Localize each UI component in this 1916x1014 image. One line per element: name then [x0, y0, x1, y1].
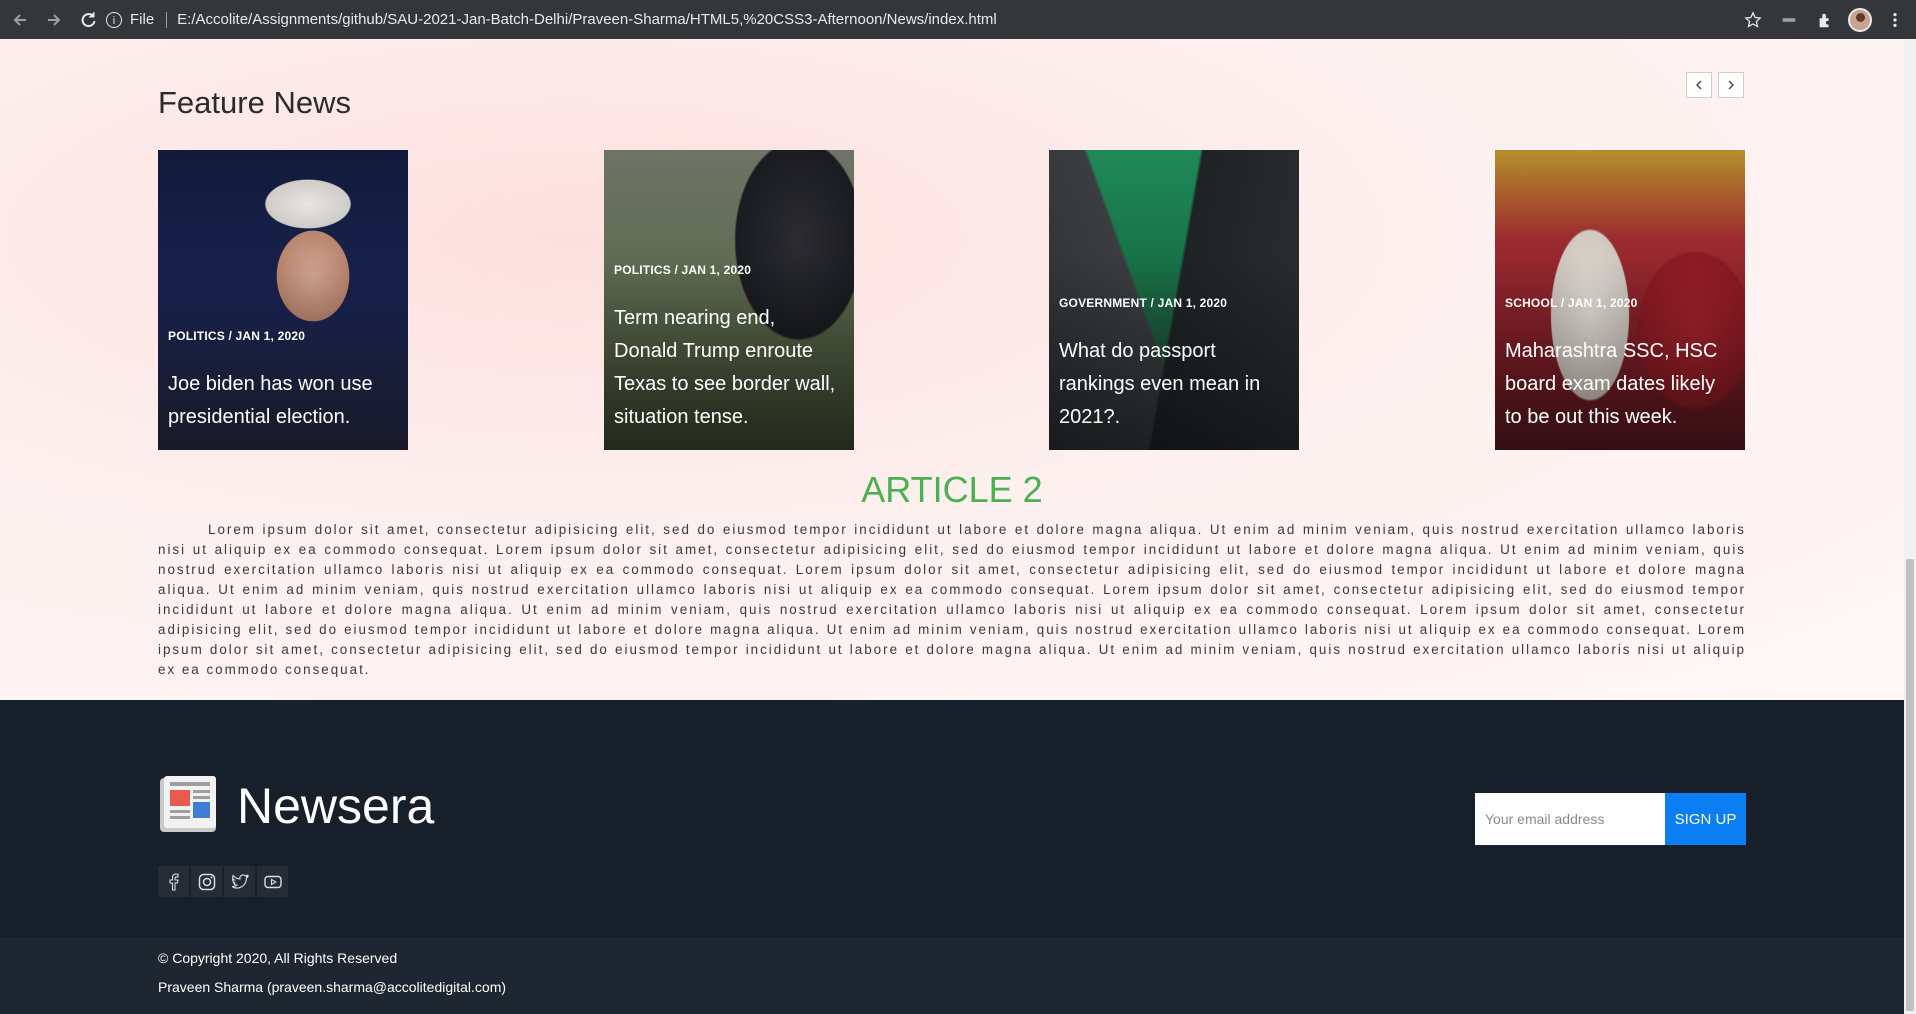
url-text[interactable]: E:/Accolite/Assignments/github/SAU-2021-…	[177, 11, 997, 28]
info-icon[interactable]: i	[106, 11, 122, 28]
tab-strip-icon[interactable]	[1776, 7, 1802, 33]
news-card-headline[interactable]: Term nearing end, Donald Trump enroute T…	[614, 302, 842, 434]
news-card[interactable]: POLITICS / JAN 1, 2020 Joe biden has won…	[158, 150, 408, 450]
news-card-meta: SCHOOL / JAN 1, 2020	[1505, 296, 1638, 310]
profile-avatar[interactable]	[1848, 7, 1872, 32]
news-card-meta: POLITICS / JAN 1, 2020	[614, 263, 752, 277]
extensions-icon[interactable]	[1812, 7, 1838, 33]
signup-button[interactable]: SIGN UP	[1665, 793, 1746, 845]
news-card-headline[interactable]: Maharashtra SSC, HSC board exam dates li…	[1505, 335, 1733, 434]
social-links	[158, 866, 288, 897]
carousel-controls	[1686, 72, 1744, 98]
newspaper-icon	[160, 776, 216, 832]
back-arrow-icon[interactable]	[6, 6, 34, 34]
article-body: Lorem ipsum dolor sit amet, consectetur …	[158, 522, 1746, 677]
forward-arrow-icon[interactable]	[40, 6, 68, 34]
facebook-icon[interactable]	[158, 866, 189, 897]
carousel-next-button[interactable]	[1718, 72, 1744, 98]
news-card[interactable]: SCHOOL / JAN 1, 2020 Maharashtra SSC, HS…	[1495, 150, 1745, 450]
address-divider	[166, 11, 168, 28]
footer-bottom-bar	[0, 937, 1904, 1014]
page-scrollbar[interactable]	[1904, 39, 1916, 1014]
news-card-headline[interactable]: Joe biden has won use presidential elect…	[168, 368, 396, 434]
menu-icon[interactable]	[1882, 7, 1908, 33]
author-credit: Praveen Sharma (praveen.sharma@accolited…	[158, 979, 507, 995]
news-card-meta: POLITICS / JAN 1, 2020	[168, 329, 306, 343]
reload-icon[interactable]	[74, 6, 102, 34]
chevron-left-icon	[1696, 80, 1702, 90]
news-card[interactable]: GOVERNMENT / JAN 1, 2020 What do passpor…	[1049, 150, 1299, 450]
footer-brand: Newsera	[237, 778, 435, 834]
email-input[interactable]	[1475, 793, 1665, 845]
youtube-icon[interactable]	[257, 866, 288, 897]
instagram-icon[interactable]	[191, 866, 222, 897]
news-card-headline[interactable]: What do passport rankings even mean in 2…	[1059, 335, 1287, 434]
feature-news-title: Feature News	[158, 85, 351, 120]
scrollbar-thumb[interactable]	[1906, 559, 1914, 1011]
news-card-meta: GOVERNMENT / JAN 1, 2020	[1059, 296, 1228, 310]
carousel-prev-button[interactable]	[1686, 72, 1712, 98]
chevron-right-icon	[1728, 80, 1734, 90]
article-title: ARTICLE 2	[861, 469, 1043, 510]
twitter-icon[interactable]	[224, 866, 255, 897]
address-bar[interactable]: i File E:/Accolite/Assignments/github/SA…	[106, 5, 1786, 34]
star-icon[interactable]	[1740, 7, 1766, 33]
browser-toolbar: i File E:/Accolite/Assignments/github/SA…	[0, 0, 1916, 39]
protocol-label: File	[130, 11, 155, 28]
news-card[interactable]: POLITICS / JAN 1, 2020 Term nearing end,…	[604, 150, 854, 450]
copyright-text: © Copyright 2020, All Rights Reserved	[158, 950, 398, 966]
page-content: Feature News POLITICS / JAN 1, 2020 Joe …	[0, 39, 1904, 700]
